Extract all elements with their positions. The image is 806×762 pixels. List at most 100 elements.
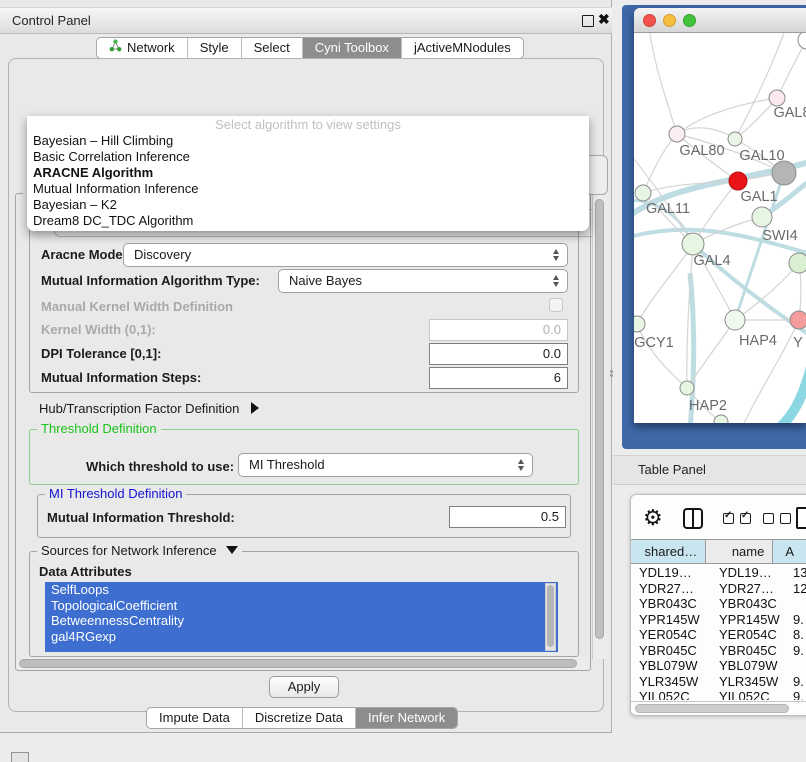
mi-threshold-field[interactable]: 0.5 xyxy=(449,506,566,528)
float-panel-icon[interactable] xyxy=(582,15,594,27)
tab-infer-network[interactable]: Infer Network xyxy=(355,708,457,728)
node-label-hap4: HAP4 xyxy=(739,333,777,349)
network-node[interactable] xyxy=(714,415,728,423)
mi-type-combo[interactable]: Naive Bayes xyxy=(278,269,568,293)
cell-shared-name: YER054C xyxy=(639,627,697,643)
algorithm-dropdown-placeholder: Select algorithm to view settings xyxy=(27,117,589,132)
select-all-checkbox-icon2[interactable] xyxy=(740,513,751,524)
chevron-down-icon xyxy=(226,546,238,554)
deselect-all-checkbox-icon[interactable] xyxy=(763,513,774,524)
settings-vertical-scrollbar[interactable] xyxy=(592,195,607,659)
network-node[interactable] xyxy=(789,253,806,273)
attribute-item-betweennesscentrality[interactable]: BetweennessCentrality xyxy=(45,613,558,629)
network-node-hap2[interactable] xyxy=(680,381,694,395)
data-attributes-list[interactable]: SelfLoopsTopologicalCoefficientBetweenne… xyxy=(45,582,558,652)
tab-network[interactable]: Network xyxy=(97,38,187,58)
mi-type-label: Mutual Information Algorithm Type: xyxy=(41,273,260,288)
apply-button[interactable]: Apply xyxy=(269,676,339,698)
table-row[interactable]: YBR045CYBR045C9. xyxy=(631,643,806,659)
tab-cyni-toolbox[interactable]: Cyni Toolbox xyxy=(302,38,401,58)
network-node[interactable] xyxy=(798,33,806,49)
manual-kernel-label: Manual Kernel Width Definition xyxy=(41,299,233,314)
cell-name: YDR27… xyxy=(719,581,774,597)
settings-horizontal-scrollbar[interactable] xyxy=(17,657,589,670)
zoom-traffic-light-icon[interactable] xyxy=(683,14,696,27)
node-label-y: Y xyxy=(793,335,803,351)
table-header: shared…nameA xyxy=(631,539,806,564)
attribute-item-gal4rgexp[interactable]: gal4RGexp xyxy=(45,629,558,645)
attribute-item-selfloops[interactable]: SelfLoops xyxy=(45,582,558,598)
close-icon[interactable]: ✖ xyxy=(598,11,610,28)
close-traffic-light-icon[interactable] xyxy=(643,14,656,27)
tab-style[interactable]: Style xyxy=(187,38,241,58)
network-node[interactable] xyxy=(772,161,796,185)
tab-label: Cyni Toolbox xyxy=(315,38,389,58)
table-rows[interactable]: YDL19…YDL19…13YDR27…YDR27…12YBR043CYBR04… xyxy=(631,565,806,700)
algorithm-item-dream8-dc-tdc-algorithm[interactable]: Dream8 DC_TDC Algorithm xyxy=(27,213,589,229)
network-node-hap4[interactable] xyxy=(725,310,745,330)
minimize-traffic-light-icon[interactable] xyxy=(663,14,676,27)
mi-steps-field[interactable]: 6 xyxy=(429,367,568,389)
tab-label: Network xyxy=(127,38,175,58)
mi-threshold-label: Mutual Information Threshold: xyxy=(47,510,235,525)
tab-impute-data[interactable]: Impute Data xyxy=(147,708,242,728)
splitter-grip[interactable] xyxy=(610,369,614,380)
gear-icon[interactable]: ⚙ xyxy=(643,505,663,531)
cell-shared-name: YPR145W xyxy=(639,612,700,628)
manual-kernel-checkbox[interactable] xyxy=(549,298,563,312)
cell-shared-name: YBL079W xyxy=(639,658,698,674)
cell-value: 9. xyxy=(793,674,804,690)
deselect-all-checkbox-icon2[interactable] xyxy=(780,513,791,524)
table-row[interactable]: YLR345WYLR345W9. xyxy=(631,674,806,690)
dpi-tolerance-field[interactable]: 0.0 xyxy=(429,343,568,365)
network-node-gal10[interactable] xyxy=(728,132,742,146)
attributes-scrollbar[interactable] xyxy=(545,583,556,651)
network-node-gal11[interactable] xyxy=(635,185,651,201)
network-node-gal4[interactable] xyxy=(682,233,704,255)
columns-icon[interactable] xyxy=(683,508,703,529)
cell-name: YDL19… xyxy=(719,565,772,581)
attribute-item-topologicalcoefficient[interactable]: TopologicalCoefficient xyxy=(45,598,558,614)
algorithm-item-aracne-algorithm[interactable]: ARACNE Algorithm xyxy=(27,165,589,181)
tab-select[interactable]: Select xyxy=(241,38,302,58)
document-icon[interactable] xyxy=(796,507,806,529)
which-threshold-combo[interactable]: MI Threshold xyxy=(238,453,533,477)
column-header-a[interactable]: A xyxy=(773,540,806,563)
network-node-gal8[interactable] xyxy=(769,90,785,106)
cell-shared-name: YLR345W xyxy=(639,674,698,690)
network-node-gal1[interactable] xyxy=(729,172,747,190)
node-label-gal4: GAL4 xyxy=(693,253,730,269)
tab-label: Impute Data xyxy=(159,708,230,728)
network-canvas[interactable]: GAL8GAL80GAL10GAL1GAL11SWI4GAL4GCY1HAP4Y… xyxy=(634,33,806,423)
tab-discretize-data[interactable]: Discretize Data xyxy=(242,708,355,728)
algorithm-item-mutual-information-inference[interactable]: Mutual Information Inference xyxy=(27,181,589,197)
kernel-width-field[interactable]: 0.0 xyxy=(429,319,568,341)
column-header-shared[interactable]: shared… xyxy=(631,540,706,563)
network-node-gal80[interactable] xyxy=(669,126,685,142)
minimized-panel-icon[interactable] xyxy=(11,752,29,762)
network-node-gcy1[interactable] xyxy=(634,316,645,332)
node-label-gal80: GAL80 xyxy=(679,143,724,159)
table-row[interactable]: YBL079WYBL079W xyxy=(631,658,806,674)
cell-shared-name: YDL19… xyxy=(639,565,692,581)
network-node-swi4[interactable] xyxy=(752,207,772,227)
table-horizontal-scrollbar[interactable] xyxy=(631,701,806,715)
table-row[interactable]: YPR145WYPR145W9. xyxy=(631,612,806,628)
algorithm-list: Bayesian – Hill ClimbingBasic Correlatio… xyxy=(27,133,589,229)
table-row[interactable]: YBR043CYBR043C xyxy=(631,596,806,612)
algorithm-item-bayesian-k2[interactable]: Bayesian – K2 xyxy=(27,197,589,213)
algorithm-item-basic-correlation-inference[interactable]: Basic Correlation Inference xyxy=(27,149,589,165)
sources-toggle[interactable]: Sources for Network Inference xyxy=(37,544,242,558)
table-row[interactable]: YDR27…YDR27…12 xyxy=(631,581,806,597)
hub-definition-toggle[interactable]: Hub/Transcription Factor Definition xyxy=(39,401,259,416)
cell-shared-name: YBR045C xyxy=(639,643,697,659)
algorithm-item-bayesian-hill-climbing[interactable]: Bayesian – Hill Climbing xyxy=(27,133,589,149)
table-row[interactable]: YDL19…YDL19…13 xyxy=(631,565,806,581)
table-row[interactable]: YIL052CYIL052C9. xyxy=(631,689,806,700)
network-node-y[interactable] xyxy=(790,311,806,329)
aracne-mode-combo[interactable]: Discovery xyxy=(123,243,568,267)
table-row[interactable]: YER054CYER054C8. xyxy=(631,627,806,643)
tab-jactivemnodules[interactable]: jActiveMNodules xyxy=(401,38,523,58)
column-header-name[interactable]: name xyxy=(706,540,773,563)
select-all-checkbox-icon[interactable] xyxy=(723,513,734,524)
